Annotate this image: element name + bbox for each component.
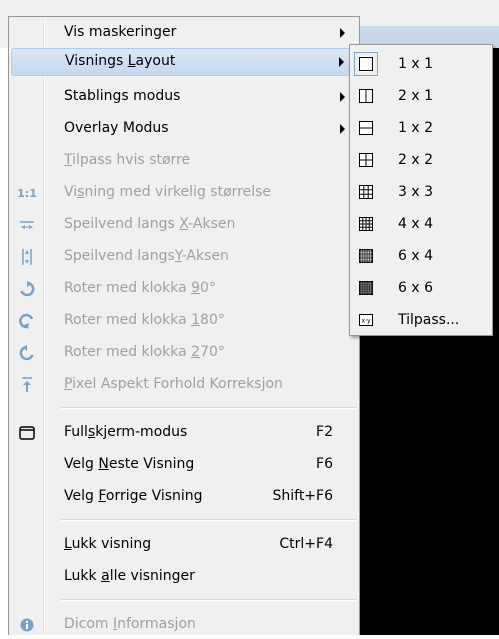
pixel-aspect-icon bbox=[15, 373, 39, 397]
menu-item-roter-180[interactable]: Roter med klokka 180° bbox=[11, 307, 357, 335]
context-menu: Vis maskeringer Visnings Layout Stabling… bbox=[8, 16, 360, 635]
flip-horizontal-icon bbox=[15, 213, 39, 237]
menu-item-label: Fullskjerm-modus bbox=[64, 424, 188, 440]
layout-2x2-icon bbox=[358, 152, 374, 168]
layout-item-1x1[interactable]: 1 x 1 bbox=[352, 49, 490, 81]
menu-item-label: Lukk visning bbox=[64, 536, 152, 552]
layout-item-6x4[interactable]: 6 x 4 bbox=[352, 241, 490, 273]
menu-item-velg-neste[interactable]: Velg Neste Visning F6 bbox=[11, 451, 357, 479]
menu-item-tilpass-hvis-storre[interactable]: Tilpass hvis større bbox=[11, 147, 357, 175]
layout-item-label: 3 x 3 bbox=[398, 184, 433, 200]
menu-item-label: Visning med virkelig størrelse bbox=[64, 184, 272, 200]
layout-item-label: 6 x 6 bbox=[398, 280, 433, 296]
menu-item-roter-90[interactable]: Roter med klokka 90° bbox=[11, 275, 357, 303]
layout-item-label: 2 x 1 bbox=[398, 88, 433, 104]
layout-item-label: 6 x 4 bbox=[398, 248, 433, 264]
layout-item-6x6[interactable]: 6 x 6 bbox=[352, 273, 490, 305]
layout-custom-icon: x·y bbox=[358, 312, 374, 328]
menu-item-shortcut: F6 bbox=[316, 456, 333, 472]
info-icon bbox=[15, 613, 39, 637]
menu-separator bbox=[61, 519, 357, 521]
layout-2x1-icon bbox=[358, 88, 374, 104]
menu-item-label: Lukk alle visninger bbox=[64, 568, 195, 584]
menu-item-label: Visnings Layout bbox=[65, 53, 176, 69]
menu-item-lukk-alle[interactable]: Lukk alle visninger bbox=[11, 563, 357, 591]
layout-item-label: 2 x 2 bbox=[398, 152, 433, 168]
flip-vertical-icon bbox=[15, 245, 39, 269]
layout-item-tilpass[interactable]: x·y Tilpass... bbox=[352, 305, 490, 337]
layout-item-label: 1 x 1 bbox=[398, 56, 433, 72]
rotate-180-icon bbox=[15, 309, 39, 333]
menu-separator bbox=[61, 599, 357, 601]
menu-item-speilvend-x[interactable]: Speilvend langs X-Aksen bbox=[11, 211, 357, 239]
menu-item-label: Speilvend langs X-Aksen bbox=[64, 216, 236, 232]
submenu-arrow-icon bbox=[340, 124, 345, 134]
menu-item-label: Speilvend langsY-Aksen bbox=[64, 248, 229, 264]
menu-item-label: Velg Neste Visning bbox=[64, 456, 195, 472]
submenu-arrow-icon bbox=[340, 28, 345, 38]
menu-item-label: Pixel Aspekt Forhold Korreksjon bbox=[64, 376, 283, 392]
menu-item-overlay-modus[interactable]: Overlay Modus bbox=[11, 115, 357, 143]
layout-item-4x4[interactable]: 4 x 4 bbox=[352, 209, 490, 241]
menu-item-speilvend-y[interactable]: Speilvend langsY-Aksen bbox=[11, 243, 357, 271]
menu-item-shortcut: Ctrl+F4 bbox=[279, 536, 333, 552]
menu-item-visnings-layout[interactable]: Visnings Layout bbox=[11, 48, 357, 76]
menu-item-stablings-modus[interactable]: Stablings modus bbox=[11, 83, 357, 111]
layout-item-3x3[interactable]: 3 x 3 bbox=[352, 177, 490, 209]
layout-6x4-icon bbox=[358, 248, 374, 264]
fullscreen-icon bbox=[15, 421, 39, 445]
layout-item-label: 1 x 2 bbox=[398, 120, 433, 136]
menu-item-label: Roter med klokka 90° bbox=[64, 280, 216, 296]
menu-item-lukk-visning[interactable]: Lukk visning Ctrl+F4 bbox=[11, 531, 357, 559]
menu-separator bbox=[61, 407, 357, 409]
menu-item-label: Roter med klokka 270° bbox=[64, 344, 225, 360]
layout-item-label: 4 x 4 bbox=[398, 216, 433, 232]
layout-1x2-icon bbox=[358, 120, 374, 136]
menu-item-label: Vis maskeringer bbox=[64, 24, 177, 40]
actual-size-icon: 1:1 bbox=[17, 186, 37, 200]
menu-item-label: Stablings modus bbox=[64, 88, 181, 104]
menu-item-shortcut: F2 bbox=[316, 424, 333, 440]
submenu-arrow-icon bbox=[340, 92, 345, 102]
menu-item-velg-forrige[interactable]: Velg Forrige Visning Shift+F6 bbox=[11, 483, 357, 511]
menu-item-label: Velg Forrige Visning bbox=[64, 488, 203, 504]
layout-6x6-icon bbox=[358, 280, 374, 296]
menu-item-vis-maskeringer[interactable]: Vis maskeringer bbox=[11, 19, 357, 47]
rotate-270-icon bbox=[15, 341, 39, 365]
layout-item-label: Tilpass... bbox=[398, 312, 460, 328]
layout-4x4-icon bbox=[358, 216, 374, 232]
svg-text:x·y: x·y bbox=[361, 318, 370, 325]
rotate-90-icon bbox=[15, 277, 39, 301]
menu-item-virkelig-storrelse[interactable]: 1:1 Visning med virkelig størrelse bbox=[11, 179, 357, 207]
menu-item-pixel-aspekt[interactable]: Pixel Aspekt Forhold Korreksjon bbox=[11, 371, 357, 399]
menu-item-label: Overlay Modus bbox=[64, 120, 169, 136]
layout-3x3-icon bbox=[358, 184, 374, 200]
menu-item-fullskjerm[interactable]: Fullskjerm-modus F2 bbox=[11, 419, 357, 447]
submenu-arrow-icon bbox=[339, 57, 344, 67]
menu-item-label: Roter med klokka 180° bbox=[64, 312, 225, 328]
menu-item-label: Tilpass hvis større bbox=[64, 152, 191, 168]
layout-1x1-icon bbox=[354, 52, 378, 76]
layout-item-2x1[interactable]: 2 x 1 bbox=[352, 81, 490, 113]
layout-submenu: 1 x 1 2 x 1 1 x 2 2 x 2 3 x 3 4 x 4 6 x … bbox=[349, 44, 493, 336]
menu-item-label: Dicom Informasjon bbox=[64, 616, 196, 632]
menu-item-shortcut: Shift+F6 bbox=[272, 488, 333, 504]
menu-item-roter-270[interactable]: Roter med klokka 270° bbox=[11, 339, 357, 367]
layout-item-1x2[interactable]: 1 x 2 bbox=[352, 113, 490, 145]
layout-item-2x2[interactable]: 2 x 2 bbox=[352, 145, 490, 177]
